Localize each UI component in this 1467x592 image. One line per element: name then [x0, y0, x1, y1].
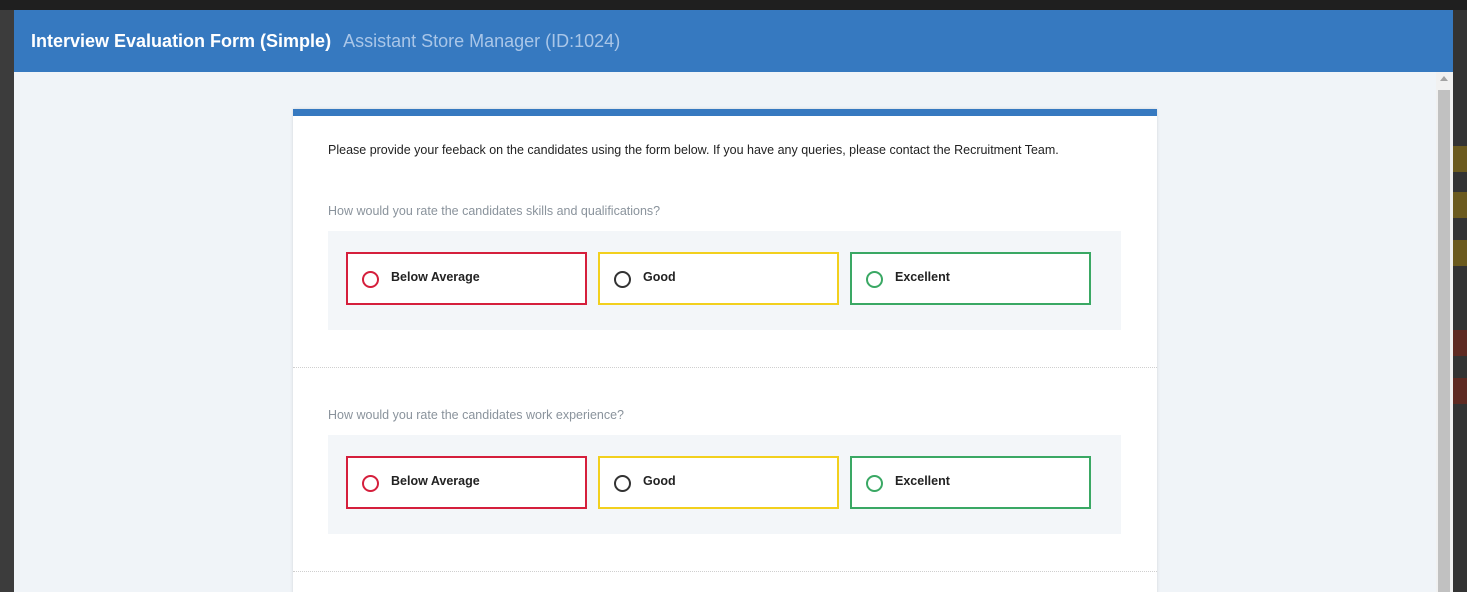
modal-header: Interview Evaluation Form (Simple) Assis… — [14, 10, 1453, 72]
vertical-scrollbar[interactable] — [1436, 72, 1453, 592]
modal-title: Interview Evaluation Form (Simple) — [31, 30, 332, 51]
rating-options: Below Average Good Excellent — [328, 231, 1121, 330]
background-sidebar — [0, 10, 14, 592]
option-good[interactable]: Good — [598, 252, 839, 305]
radio-icon[interactable] — [614, 271, 631, 288]
form-intro-text: Please provide your feeback on the candi… — [328, 143, 1059, 157]
evaluation-modal: Interview Evaluation Form (Simple) Assis… — [14, 10, 1453, 592]
background-chip — [1453, 146, 1467, 172]
section-divider — [293, 571, 1157, 572]
background-topbar — [0, 0, 1467, 10]
radio-icon[interactable] — [362, 475, 379, 492]
radio-icon[interactable] — [614, 475, 631, 492]
question-label: How would you rate the candidates skills… — [328, 204, 661, 218]
radio-icon[interactable] — [866, 271, 883, 288]
option-label: Below Average — [391, 474, 480, 488]
rating-options: Below Average Good Excellent — [328, 435, 1121, 534]
option-excellent[interactable]: Excellent — [850, 252, 1091, 305]
option-label: Good — [643, 270, 676, 284]
option-good[interactable]: Good — [598, 456, 839, 509]
option-label: Excellent — [895, 270, 950, 284]
option-label: Excellent — [895, 474, 950, 488]
scroll-up-arrow-icon[interactable] — [1440, 76, 1448, 81]
form-card: Please provide your feeback on the candi… — [293, 109, 1157, 592]
option-label: Below Average — [391, 270, 480, 284]
modal-subtitle: Assistant Store Manager (ID:1024) — [343, 30, 621, 51]
section-divider — [293, 367, 1157, 368]
scrollbar-thumb[interactable] — [1438, 90, 1450, 592]
option-below-average[interactable]: Below Average — [346, 456, 587, 509]
background-chip — [1453, 192, 1467, 218]
question-label: How would you rate the candidates work e… — [328, 408, 625, 422]
radio-icon[interactable] — [866, 475, 883, 492]
background-chip — [1453, 240, 1467, 266]
option-below-average[interactable]: Below Average — [346, 252, 587, 305]
background-chip — [1453, 378, 1467, 404]
background-chip — [1453, 330, 1467, 356]
radio-icon[interactable] — [362, 271, 379, 288]
background-right-panel — [1452, 10, 1467, 592]
option-label: Good — [643, 474, 676, 488]
option-excellent[interactable]: Excellent — [850, 456, 1091, 509]
